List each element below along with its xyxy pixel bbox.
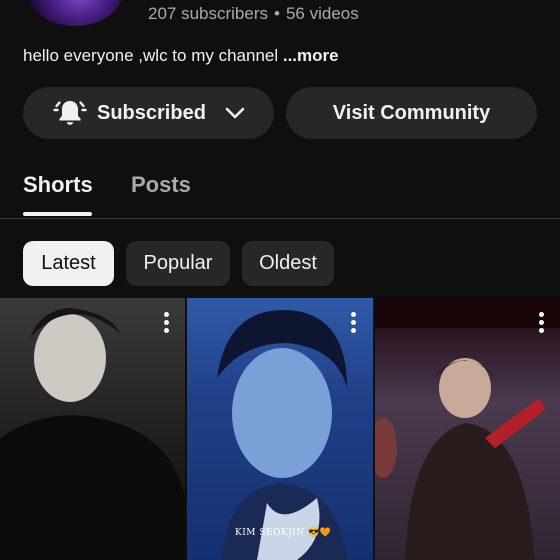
- bell-ringing-icon: [53, 101, 87, 125]
- more-vert-icon[interactable]: [351, 312, 357, 334]
- channel-avatar[interactable]: [28, 0, 122, 26]
- tab-shorts[interactable]: Shorts: [23, 172, 93, 198]
- short-thumbnail[interactable]: [375, 298, 560, 560]
- visit-community-label: Visit Community: [332, 101, 491, 124]
- short-thumbnail[interactable]: KIM SEOKJIN 😎🧡: [187, 298, 373, 560]
- separator: •: [274, 4, 280, 23]
- channel-stats: 207 subscribers • 56 videos: [148, 4, 359, 24]
- filter-oldest[interactable]: Oldest: [242, 241, 334, 286]
- tab-posts[interactable]: Posts: [131, 172, 191, 198]
- description-text: hello everyone ,wlc to my channel: [23, 46, 283, 65]
- more-vert-icon[interactable]: [164, 312, 170, 334]
- visit-community-button[interactable]: Visit Community: [286, 87, 537, 139]
- channel-description[interactable]: hello everyone ,wlc to my channel ...mor…: [23, 46, 339, 66]
- thumbnail-image: [217, 309, 347, 560]
- thumbnail-image: [0, 308, 185, 560]
- chevron-down-icon: [225, 107, 245, 119]
- more-vert-icon[interactable]: [539, 312, 545, 334]
- video-overlay-text: KIM SEOKJIN 😎🧡: [235, 528, 332, 538]
- short-thumbnail[interactable]: [0, 298, 185, 560]
- subscribed-button[interactable]: Subscribed: [23, 87, 274, 139]
- active-tab-indicator: [23, 212, 92, 216]
- subscriber-count: 207 subscribers: [148, 4, 269, 23]
- filter-popular[interactable]: Popular: [126, 241, 230, 286]
- subscribed-label: Subscribed: [97, 101, 206, 124]
- video-count: 56 videos: [285, 4, 359, 23]
- channel-tabs: Shorts Posts: [0, 160, 560, 219]
- more-link[interactable]: ...more: [283, 46, 339, 65]
- filter-latest[interactable]: Latest: [23, 241, 114, 286]
- thumbnail-image: [375, 298, 560, 560]
